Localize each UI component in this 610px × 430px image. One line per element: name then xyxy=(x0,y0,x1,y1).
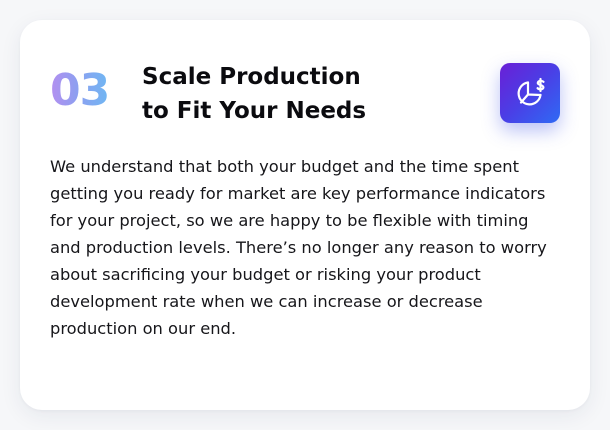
pie-chart-dollar-icon xyxy=(517,77,545,106)
body-line: about sacrificing your budget or risking… xyxy=(50,265,481,284)
body-line: and production levels. There’s no longer… xyxy=(50,238,547,257)
card-title: Scale Production to Fit Your Needs xyxy=(142,60,442,128)
card-description: We understand that both your budget and … xyxy=(50,153,565,342)
body-line: We understand that both your budget and … xyxy=(50,157,519,176)
card-title-line-1: Scale Production xyxy=(142,64,361,90)
step-number: 03 xyxy=(50,65,110,116)
icon-tile xyxy=(500,63,560,123)
body-line: production on our end. xyxy=(50,319,237,338)
card-title-line-2: to Fit Your Needs xyxy=(142,98,367,124)
body-line: getting you ready for market are key per… xyxy=(50,184,546,203)
feature-card: 03 Scale Production to Fit Your Needs We… xyxy=(20,20,590,410)
body-line: development rate when we can increase or… xyxy=(50,292,483,311)
body-line: for your project, so we are happy to be … xyxy=(50,211,529,230)
